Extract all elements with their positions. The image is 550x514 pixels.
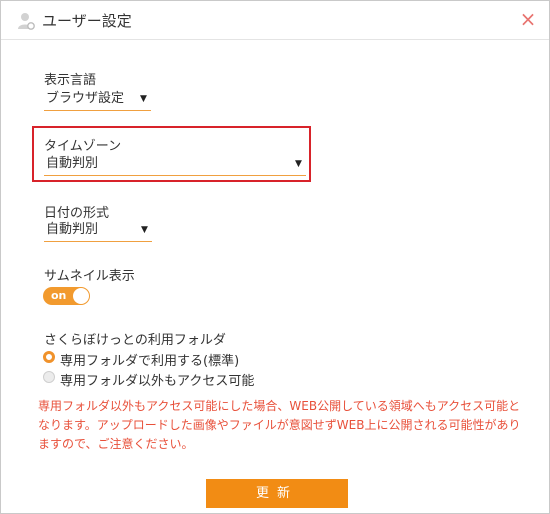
user-settings-dialog: ユーザー設定 × 表示言語 ブラウザ設定 ▼ タイムゾーン 自動判別 ▼ 日付の… [0,0,550,514]
radio-unselected-icon [43,371,55,383]
toggle-knob [73,288,89,304]
radio-label: 専用フォルダで利用する(標準) [60,354,240,369]
language-select-value: ブラウザ設定 [46,91,125,106]
date-format-select-value: 自動判別 [46,222,99,237]
update-button[interactable]: 更新 [206,479,348,508]
warning-message: 専用フォルダ以外もアクセス可能にした場合、WEB公開している領域へもアクセス可能… [38,399,521,451]
radio-label: 専用フォルダ以外もアクセス可能 [60,374,255,389]
language-label: 表示言語 [44,73,97,88]
timezone-select[interactable]: 自動判別 ▼ [44,155,306,176]
dialog-header: ユーザー設定 × [1,1,549,40]
user-settings-icon [16,11,36,31]
thumbnail-label: サムネイル表示 [44,269,135,284]
chevron-down-icon: ▼ [295,159,302,169]
toggle-state-text: on [51,289,67,302]
chevron-down-icon: ▼ [140,94,147,104]
timezone-label: タイムゾーン [44,139,122,154]
language-select[interactable]: ブラウザ設定 ▼ [44,90,151,111]
radio-selected-icon [43,351,55,363]
timezone-select-value: 自動判別 [46,156,99,171]
thumbnail-toggle[interactable]: on [43,287,90,305]
close-icon[interactable]: × [517,8,539,30]
dialog-title: ユーザー設定 [42,12,132,30]
date-format-select[interactable]: 自動判別 ▼ [44,221,152,242]
chevron-down-icon: ▼ [141,225,148,235]
date-format-label: 日付の形式 [44,206,110,221]
folder-label: さくらぼけっとの利用フォルダ [44,333,226,348]
